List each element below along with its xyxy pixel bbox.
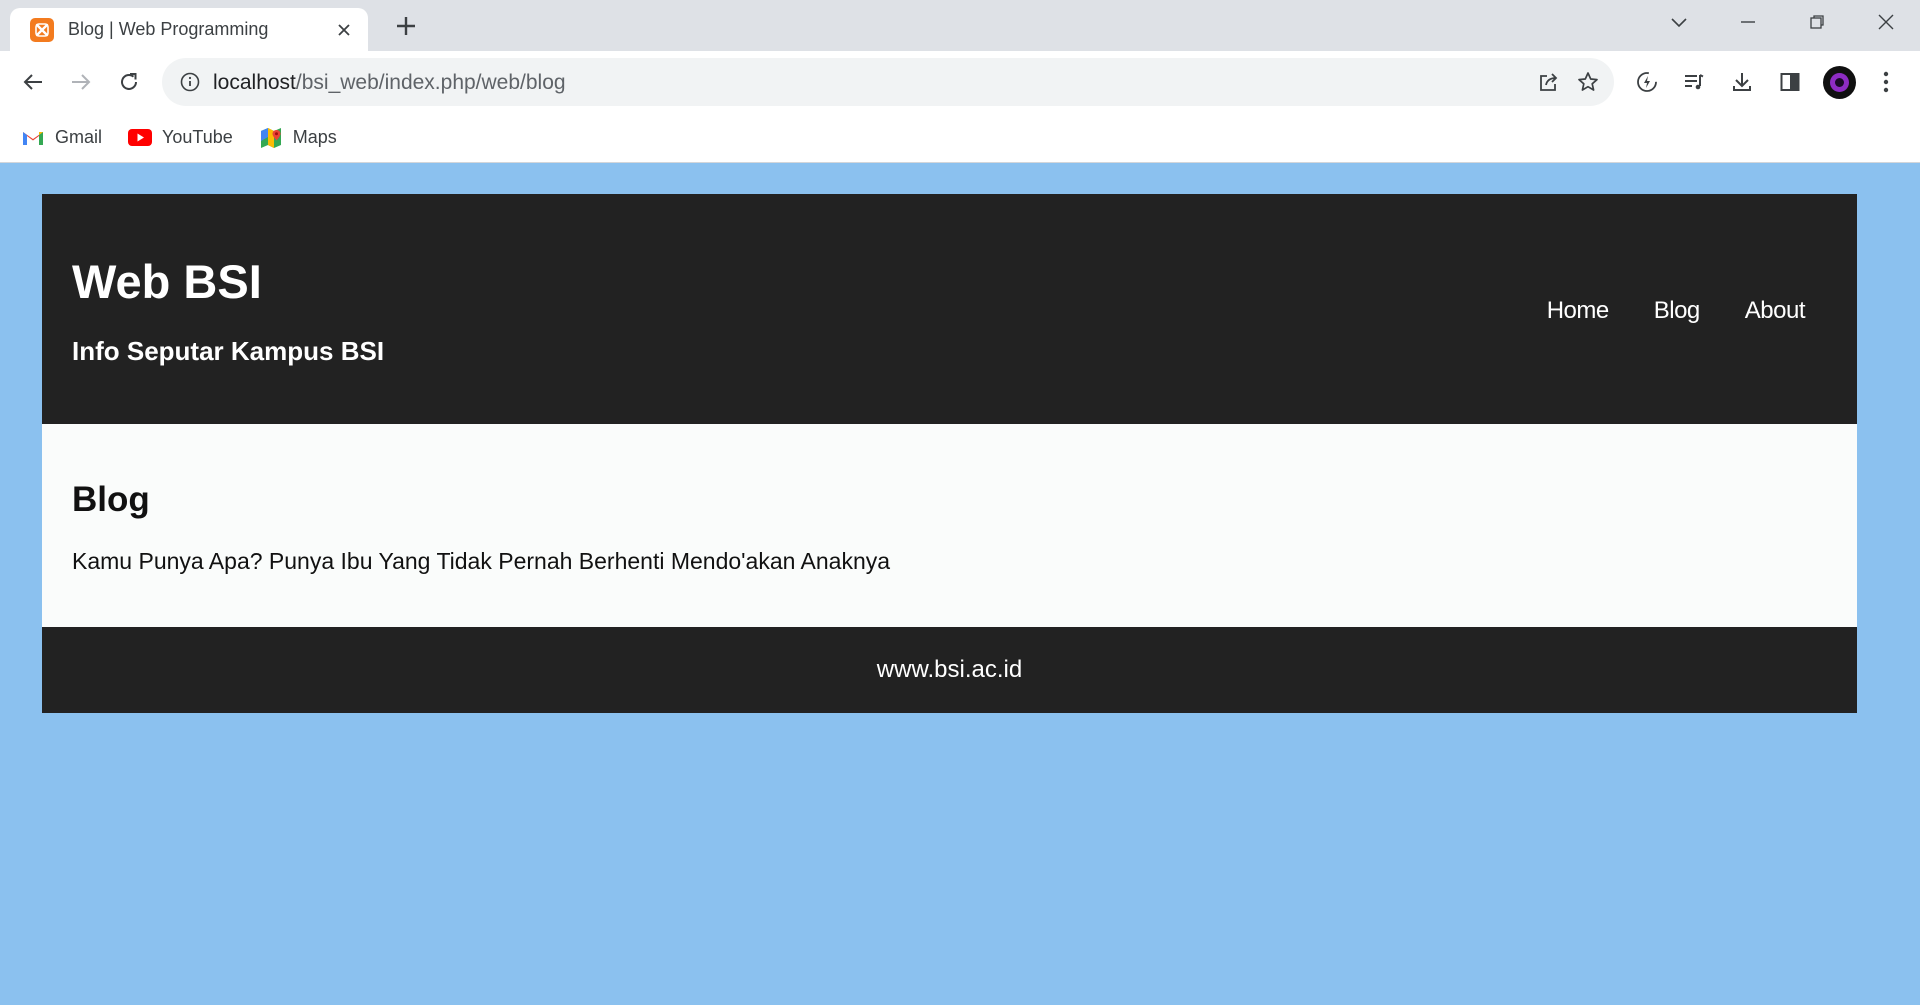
- footer-text: www.bsi.ac.id: [876, 656, 1023, 683]
- nav-link-blog[interactable]: Blog: [1654, 297, 1701, 325]
- restore-icon[interactable]: [1782, 0, 1851, 44]
- maps-icon: [259, 126, 283, 150]
- side-panel-icon[interactable]: [1774, 66, 1806, 98]
- profile-avatar[interactable]: [1823, 66, 1856, 99]
- url-text: localhost/bsi_web/index.php/web/blog: [213, 71, 566, 95]
- tab-title: Blog | Web Programming: [68, 19, 269, 39]
- address-bar[interactable]: localhost/bsi_web/index.php/web/blog: [162, 58, 1614, 106]
- minimize-icon[interactable]: [1713, 0, 1782, 44]
- performance-icon[interactable]: [1631, 66, 1663, 98]
- download-icon[interactable]: [1726, 66, 1758, 98]
- site-tagline: Info Seputar Kampus BSI: [72, 336, 385, 366]
- reading-list-icon[interactable]: [1678, 66, 1710, 98]
- reload-icon[interactable]: [105, 58, 153, 106]
- gmail-icon: [21, 126, 45, 150]
- bookmark-gmail[interactable]: Gmail: [21, 126, 102, 150]
- avatar-core: [1835, 78, 1844, 87]
- site-title: Web BSI: [72, 255, 262, 308]
- site-footer: www.bsi.ac.id: [42, 627, 1857, 713]
- browser-tab[interactable]: Blog | Web Programming: [10, 8, 368, 51]
- bookmark-label: Maps: [292, 127, 337, 147]
- page-viewport: Web BSI Info Seputar Kampus BSI Home Blo…: [0, 164, 1920, 1005]
- youtube-icon: [128, 126, 153, 150]
- back-arrow-icon[interactable]: [9, 58, 57, 106]
- site-nav: Home Blog About: [1502, 297, 1806, 325]
- site-main-content: Blog Kamu Punya Apa? Punya Ibu Yang Tida…: [42, 424, 1857, 627]
- xampp-icon: [30, 17, 54, 42]
- avatar-ring: [1830, 73, 1849, 92]
- browser-tabstrip: Blog | Web Programming: [0, 0, 1920, 51]
- bookmark-maps[interactable]: Maps: [259, 126, 337, 150]
- site-header: Web BSI Info Seputar Kampus BSI Home Blo…: [42, 194, 1857, 424]
- site-container: Web BSI Info Seputar Kampus BSI Home Blo…: [42, 194, 1857, 713]
- bookmarks-bar: Gmail YouTube Maps: [0, 113, 1920, 163]
- bookmark-star-icon[interactable]: [1576, 70, 1600, 94]
- window-controls: [1644, 0, 1920, 44]
- close-window-icon[interactable]: [1851, 0, 1920, 44]
- nav-link-about[interactable]: About: [1745, 297, 1806, 325]
- browser-toolbar: localhost/bsi_web/index.php/web/blog: [0, 51, 1920, 113]
- bookmark-label: YouTube: [162, 127, 233, 147]
- new-tab-button[interactable]: [392, 12, 420, 40]
- bookmark-label: Gmail: [55, 127, 103, 147]
- site-info-icon[interactable]: [178, 70, 202, 94]
- url-host: localhost: [213, 71, 296, 94]
- bookmark-youtube[interactable]: YouTube: [128, 126, 233, 150]
- page-heading: Blog: [72, 480, 150, 519]
- tab-close-icon[interactable]: [332, 18, 356, 42]
- blog-text: Kamu Punya Apa? Punya Ibu Yang Tidak Per…: [72, 548, 891, 574]
- tab-search-chevron-icon[interactable]: [1644, 0, 1713, 44]
- forward-arrow-icon[interactable]: [57, 58, 105, 106]
- menu-kebab-icon[interactable]: [1870, 66, 1902, 98]
- url-path: /bsi_web/index.php/web/blog: [295, 71, 566, 94]
- nav-link-home[interactable]: Home: [1547, 297, 1610, 325]
- share-icon[interactable]: [1537, 70, 1561, 94]
